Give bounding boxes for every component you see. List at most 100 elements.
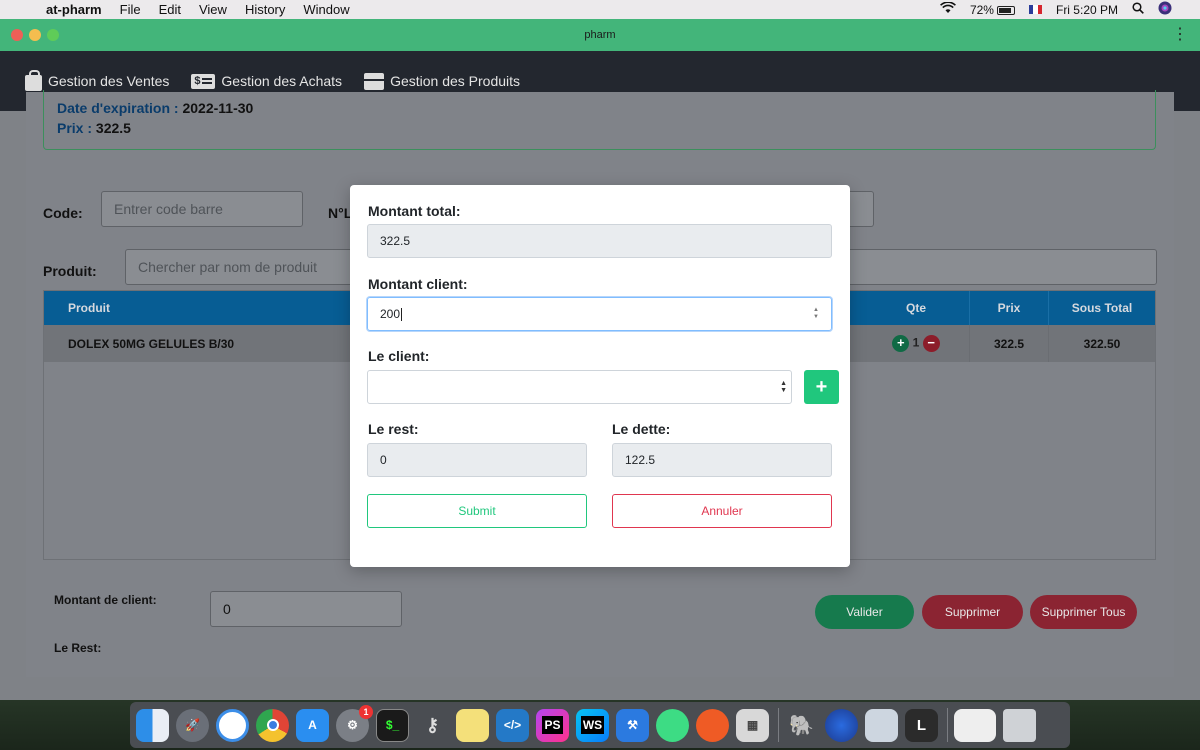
- postman-icon[interactable]: [696, 708, 729, 742]
- col-qte: Qte: [905, 301, 926, 315]
- rest-input[interactable]: 0: [367, 443, 587, 477]
- safari-icon[interactable]: [216, 708, 249, 742]
- launchpad-icon[interactable]: 🚀: [176, 708, 209, 742]
- rest-modal-label: Le rest:: [368, 421, 419, 437]
- prix-label: Prix :: [57, 120, 93, 136]
- battery-status[interactable]: 72%: [970, 3, 1015, 17]
- box-icon: [364, 72, 385, 90]
- rest-label: Le Rest:: [54, 641, 102, 655]
- screenshot-icon[interactable]: [954, 708, 996, 742]
- add-client-button[interactable]: +: [804, 370, 839, 404]
- montant-client-modal-value: 200: [380, 307, 401, 321]
- menu-view[interactable]: View: [199, 2, 227, 17]
- nav-achats-label: Gestion des Achats: [221, 73, 343, 89]
- stickies-icon[interactable]: [456, 708, 489, 742]
- rest-value: 0: [380, 453, 387, 467]
- money-bill-icon: [191, 73, 216, 89]
- vscode-icon[interactable]: </>: [496, 708, 529, 742]
- montant-client-input[interactable]: 0: [210, 591, 402, 627]
- montant-client-value: 0: [223, 601, 231, 617]
- dock-separator: [947, 708, 948, 742]
- l-app-icon[interactable]: L: [905, 708, 938, 742]
- lot-input[interactable]: [849, 191, 874, 227]
- tableplus-icon[interactable]: 🐘: [785, 709, 818, 742]
- dock-separator: [778, 708, 779, 742]
- montant-client-label: Montant de client:: [54, 593, 157, 607]
- supprimer-tous-button[interactable]: Supprimer Tous: [1030, 595, 1137, 629]
- client-select[interactable]: ▲ ▼: [367, 370, 792, 404]
- more-options-icon[interactable]: ⋮: [1172, 19, 1188, 51]
- expiration-label: Date d'expiration :: [57, 100, 179, 116]
- col-sous-total: Sous Total: [1048, 291, 1155, 325]
- expiration-value: 2022-11-30: [182, 100, 254, 116]
- input-source-flag-icon[interactable]: [1028, 5, 1042, 14]
- terminal-icon[interactable]: $_: [376, 708, 409, 742]
- spotlight-search-icon[interactable]: [1132, 2, 1144, 17]
- montant-total-value: 322.5: [380, 234, 411, 248]
- menu-edit[interactable]: Edit: [159, 2, 181, 17]
- system-preferences-icon[interactable]: ⚙ 1: [336, 704, 373, 742]
- macos-dock: 🚀 A ⚙ 1 $_ ⚷ </> PS WS ⚒ ▦ 🐘 L: [130, 702, 1070, 748]
- lot-label: N°L: [328, 205, 353, 221]
- shopping-bag-icon: [25, 69, 42, 91]
- client-label: Le client:: [368, 348, 430, 364]
- montant-total-input[interactable]: 322.5: [367, 224, 832, 258]
- minimize-window-button[interactable]: [29, 29, 41, 41]
- row-qte-cell: + 1 −: [863, 335, 969, 352]
- calculator-icon[interactable]: ▦: [736, 708, 769, 742]
- maximize-window-button[interactable]: [47, 29, 59, 41]
- battery-icon: [996, 5, 1015, 15]
- supprimer-button[interactable]: Supprimer: [922, 595, 1023, 629]
- notification-badge: 1: [359, 704, 373, 719]
- wifi-icon[interactable]: [939, 1, 956, 17]
- app-store-icon[interactable]: A: [296, 708, 329, 742]
- submit-button[interactable]: Submit: [367, 494, 587, 528]
- battery-percent: 72%: [969, 2, 994, 17]
- select-arrows-icon: ▲ ▼: [780, 380, 787, 394]
- barcode-input[interactable]: Entrer code barre: [101, 191, 303, 227]
- xcode-icon[interactable]: ⚒: [616, 708, 649, 742]
- webstorm-icon[interactable]: WS: [576, 708, 609, 742]
- valider-button[interactable]: Valider: [815, 595, 914, 629]
- plus-icon: +: [815, 375, 828, 398]
- siri-icon[interactable]: [1158, 1, 1172, 18]
- firefox-icon[interactable]: [825, 708, 858, 742]
- increase-qty-button[interactable]: +: [892, 335, 910, 352]
- menubar-clock[interactable]: Fri 5:20 PM: [1056, 3, 1118, 17]
- montant-client-modal-label: Montant client:: [368, 276, 468, 292]
- annuler-button[interactable]: Annuler: [612, 494, 832, 528]
- prix-value: 322.5: [95, 120, 131, 136]
- nav-produits-label: Gestion des Produits: [390, 73, 521, 89]
- chrome-icon[interactable]: [256, 708, 289, 742]
- montant-total-label: Montant total:: [368, 203, 461, 219]
- android-studio-icon[interactable]: [656, 708, 689, 742]
- keychain-icon[interactable]: ⚷: [416, 709, 449, 742]
- menu-file[interactable]: File: [120, 2, 141, 17]
- window-titlebar: pharm ⋮: [0, 19, 1200, 51]
- finder-icon[interactable]: [136, 708, 169, 742]
- preview-icon[interactable]: [865, 708, 898, 742]
- menu-history[interactable]: History: [245, 2, 285, 17]
- phpstorm-icon[interactable]: PS: [536, 708, 569, 742]
- menu-app-name[interactable]: at-pharm: [46, 2, 102, 17]
- nav-gestion-produits[interactable]: Gestion des Produits: [364, 72, 521, 90]
- nav-gestion-achats[interactable]: Gestion des Achats: [191, 73, 342, 89]
- dette-label: Le dette:: [612, 421, 671, 437]
- produit-label: Produit:: [43, 263, 97, 279]
- dette-value: 122.5: [625, 453, 656, 467]
- decrease-qty-button[interactable]: −: [922, 335, 940, 352]
- macos-menubar: at-pharm File Edit View History Window 7…: [0, 0, 1200, 19]
- trash-icon[interactable]: [1003, 708, 1036, 742]
- row-sous-total: 322.50: [1048, 325, 1155, 362]
- dette-input[interactable]: 122.5: [612, 443, 832, 477]
- montant-client-modal-input[interactable]: 200 ▲ ▼: [367, 297, 832, 331]
- menu-window[interactable]: Window: [303, 2, 349, 17]
- number-spinner-icon[interactable]: ▲ ▼: [813, 307, 819, 321]
- payment-modal: Montant total: 322.5 Montant client: 200…: [350, 185, 850, 567]
- nav-gestion-ventes[interactable]: Gestion des Ventes: [25, 69, 169, 91]
- barcode-placeholder: Entrer code barre: [114, 201, 223, 217]
- row-qte-value: 1: [912, 335, 920, 350]
- product-search-placeholder: Chercher par nom de produit: [138, 259, 317, 275]
- close-window-button[interactable]: [11, 29, 23, 41]
- code-label: Code:: [43, 205, 83, 221]
